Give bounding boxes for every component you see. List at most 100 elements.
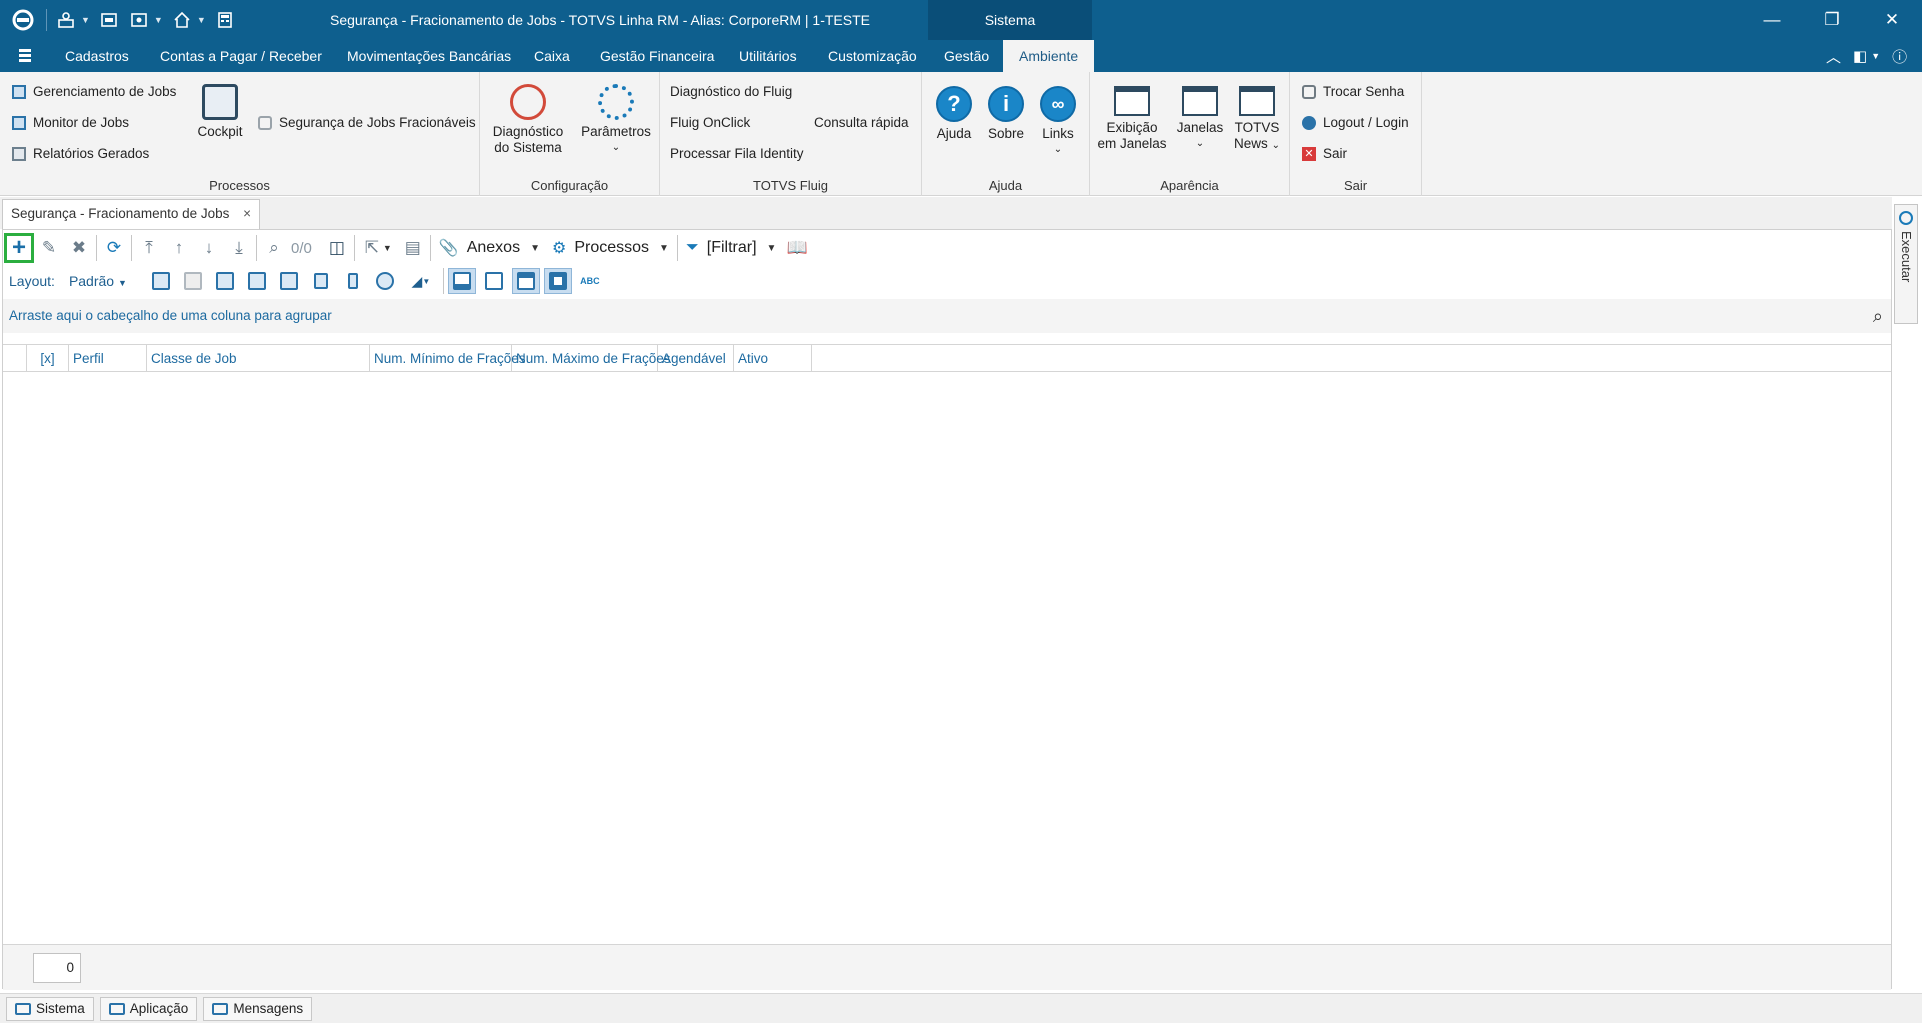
previous-record-icon[interactable]: ↑ xyxy=(164,233,194,263)
column-header-perfil[interactable]: Perfil xyxy=(69,345,147,372)
paint-icon[interactable] xyxy=(307,268,335,294)
sobre-button[interactable]: i Sobre xyxy=(982,86,1030,142)
chevron-down-icon[interactable]: ▼ xyxy=(154,15,163,25)
menu-gestao-financeira[interactable]: Gestão Financeira xyxy=(598,40,716,72)
status-mensagens-button[interactable]: Mensagens xyxy=(203,996,313,1021)
restore-button[interactable]: ❐ xyxy=(1804,0,1860,40)
collapse-ribbon-icon[interactable]: ︿ xyxy=(1826,46,1841,67)
columns-icon[interactable]: ◫ xyxy=(322,233,352,263)
links-button[interactable]: ∞ Links ⌄ xyxy=(1034,86,1082,158)
menu-gestao[interactable]: Gestão xyxy=(942,40,991,72)
menu-movimentacoes[interactable]: Movimentações Bancárias xyxy=(345,40,513,72)
gerenciamento-jobs-button[interactable]: Gerenciamento de Jobs xyxy=(12,84,176,99)
add-button[interactable]: + xyxy=(4,233,34,263)
menu-utilitarios[interactable]: Utilitários xyxy=(737,40,799,72)
document-icon[interactable]: ▤ xyxy=(398,233,428,263)
sair-button[interactable]: ✕ Sair xyxy=(1302,146,1347,161)
menu-cadastros[interactable]: Cadastros xyxy=(63,40,131,72)
parametros-button[interactable]: Parâmetros ⌄ xyxy=(576,84,656,156)
window-icon[interactable] xyxy=(96,7,122,33)
document-tab[interactable]: Segurança - Fracionamento de Jobs × xyxy=(2,199,260,229)
delete-icon[interactable]: ✖ xyxy=(64,233,94,263)
column-header-num-max[interactable]: Num. Máximo de Frações xyxy=(512,345,671,372)
totvs-logo-icon[interactable] xyxy=(10,7,36,33)
processos-dropdown[interactable]: ⚙ Processos ▼ xyxy=(552,238,669,258)
trocar-senha-button[interactable]: Trocar Senha xyxy=(1302,84,1404,99)
layout-select[interactable]: Padrão ▼ xyxy=(69,273,127,289)
column-header-agendavel[interactable]: Agendável xyxy=(658,345,734,372)
color-icon[interactable] xyxy=(371,268,399,294)
monitor-jobs-button[interactable]: Monitor de Jobs xyxy=(12,115,129,130)
diagnostico-fluig-button[interactable]: Diagnóstico do Fluig xyxy=(670,84,792,99)
filtrar-dropdown[interactable]: ⏷ [Filtrar] ▼ xyxy=(686,239,777,257)
executar-side-panel[interactable]: Executar xyxy=(1894,204,1918,324)
exibicao-janelas-button[interactable]: Exibição em Janelas xyxy=(1094,86,1170,152)
view-full-icon[interactable] xyxy=(543,268,572,294)
view-bottom-icon[interactable] xyxy=(447,268,476,294)
ribbon-group-aparencia: Exibição em Janelas Janelas ⌄ TOTVS News… xyxy=(1090,72,1290,196)
view-top-icon[interactable] xyxy=(511,268,540,294)
label: Segurança de Jobs Fracionáveis xyxy=(279,115,476,130)
help-icon[interactable]: ⓘ xyxy=(1892,46,1907,67)
chevron-down-icon[interactable]: ▼ xyxy=(197,15,206,25)
record-counter: 0/0 xyxy=(291,239,312,257)
chevron-down-icon[interactable]: ▼ xyxy=(383,243,392,253)
context-tab-sistema[interactable]: Sistema xyxy=(928,0,1092,40)
calculator-icon[interactable] xyxy=(212,7,238,33)
home-icon[interactable] xyxy=(169,7,195,33)
anexos-dropdown[interactable]: 📎 Anexos ▼ xyxy=(439,238,540,258)
close-tab-icon[interactable]: × xyxy=(243,200,251,228)
refresh-icon[interactable]: ⟳ xyxy=(99,233,129,263)
users-icon[interactable] xyxy=(53,7,79,33)
column-header-ativo[interactable]: Ativo xyxy=(734,345,812,372)
chevron-down-icon[interactable]: ▼ xyxy=(1871,51,1880,61)
main-toolbar: + ✎ ✖ ⟳ ⤒ ↑ ↓ ⤓ ⌕ 0/0 ◫ ⇱ ▼ ▤ 📎 Anexos ▼… xyxy=(3,230,1891,266)
menu-customizacao[interactable]: Customização xyxy=(826,40,919,72)
book-icon[interactable]: 📖 xyxy=(782,233,812,263)
column-header-select[interactable]: [x] xyxy=(27,345,69,372)
search-icon[interactable]: ⌕ xyxy=(259,233,289,263)
last-record-icon[interactable]: ⤓ xyxy=(224,233,254,263)
search-icon[interactable]: ⌕ xyxy=(1873,299,1883,333)
status-aplicacao-button[interactable]: Aplicação xyxy=(99,996,198,1021)
upload-layout-icon[interactable] xyxy=(243,268,271,294)
group-label: Configuração xyxy=(530,178,609,193)
column-header-num-min[interactable]: Num. Mínimo de Frações xyxy=(370,345,526,372)
janelas-button[interactable]: Janelas ⌄ xyxy=(1172,86,1228,152)
logout-button[interactable]: Logout / Login xyxy=(1302,115,1409,130)
totvs-news-button[interactable]: TOTVS News ⌄ xyxy=(1228,86,1286,154)
pin-icon[interactable] xyxy=(339,268,367,294)
spellcheck-icon[interactable]: ABC xyxy=(576,268,604,294)
chart-icon[interactable]: ◢ ▼ xyxy=(403,268,439,294)
menu-contas[interactable]: Contas a Pagar / Receber xyxy=(158,40,324,72)
minimize-button[interactable]: — xyxy=(1744,0,1800,40)
edit-icon[interactable]: ✎ xyxy=(34,233,64,263)
menu-ambiente[interactable]: Ambiente xyxy=(1003,40,1095,72)
view-split-icon[interactable] xyxy=(480,268,508,294)
new-layout-icon[interactable] xyxy=(147,268,175,294)
menu-caixa[interactable]: Caixa xyxy=(532,40,572,72)
close-button[interactable]: ✕ xyxy=(1864,0,1920,40)
relatorios-gerados-button[interactable]: Relatórios Gerados xyxy=(12,146,149,161)
processar-fila-button[interactable]: Processar Fila Identity xyxy=(670,146,804,161)
label: Gerenciamento de Jobs xyxy=(33,84,177,99)
download-layout-icon[interactable] xyxy=(275,268,303,294)
layout-icon[interactable]: ◧ xyxy=(1853,47,1867,65)
app-menu-icon[interactable] xyxy=(16,40,34,72)
status-sistema-button[interactable]: Sistema xyxy=(6,996,94,1021)
chevron-down-icon[interactable]: ▼ xyxy=(81,15,90,25)
next-record-icon[interactable]: ↓ xyxy=(194,233,224,263)
window-settings-icon[interactable] xyxy=(126,7,152,33)
ajuda-button[interactable]: ? Ajuda xyxy=(930,86,978,142)
column-header-classe-job[interactable]: Classe de Job xyxy=(147,345,370,372)
consulta-rapida-button[interactable]: Consulta rápida xyxy=(814,115,909,130)
separator xyxy=(96,235,97,261)
diagnostico-sistema-button[interactable]: Diagnóstico do Sistema xyxy=(490,84,566,156)
first-record-icon[interactable]: ⤒ xyxy=(134,233,164,263)
group-by-area[interactable]: Arraste aqui o cabeçalho de uma coluna p… xyxy=(3,299,1891,333)
save-layout-icon[interactable] xyxy=(211,268,239,294)
cockpit-button[interactable]: Cockpit xyxy=(192,84,248,140)
seguranca-jobs-button[interactable]: Segurança de Jobs Fracionáveis xyxy=(258,115,476,130)
fluig-onclick-button[interactable]: Fluig OnClick xyxy=(670,115,750,130)
delete-layout-icon[interactable] xyxy=(179,268,207,294)
